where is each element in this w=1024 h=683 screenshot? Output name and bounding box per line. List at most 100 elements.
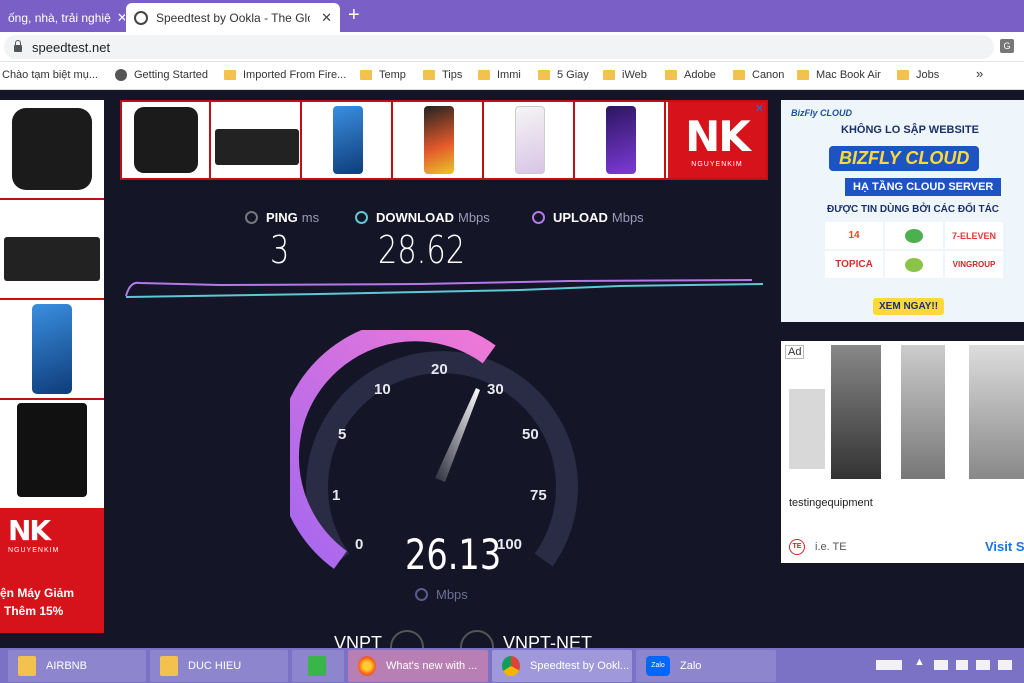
ping-unit: ms [301, 210, 320, 225]
ad-headline: BIZFLY CLOUD [829, 146, 980, 171]
bookmark-label: Mac Book Air [816, 69, 881, 81]
equipment-image [831, 345, 881, 479]
bookmark-item[interactable]: Jobs [897, 69, 939, 81]
bookmark-item[interactable]: Canon [733, 69, 784, 81]
bizfly-logo: BizFly CLOUD [791, 108, 853, 118]
nguyenkim-promo: NK NGUYENKIM ện Máy Giảm Thêm 15% [0, 508, 104, 633]
partner-logo: TOPICA [825, 251, 883, 278]
lock-icon [14, 40, 22, 52]
product-printer-image [213, 102, 302, 178]
taskbar-item-chrome[interactable]: Speedtest by Ookl... [492, 650, 632, 682]
bookmark-item[interactable]: Temp [360, 69, 406, 81]
right-ad-bizfly[interactable]: BizFly CLOUD KHÔNG LO SẬP WEBSITE BIZFLY… [781, 100, 1024, 322]
tab-title: Speedtest by Ookla - The Global [156, 10, 310, 25]
tab-active[interactable]: Speedtest by Ookla - The Global ✕ [126, 3, 340, 32]
more-bookmarks-button[interactable]: » [976, 66, 983, 81]
upload-header: UPLOAD Mbps [532, 210, 644, 225]
volume-icon[interactable] [998, 660, 1012, 670]
translate-icon[interactable]: G [1000, 39, 1014, 53]
bookmark-item[interactable]: 5 Giay [538, 69, 589, 81]
folder-icon [360, 70, 372, 80]
ping-label: PING [266, 210, 298, 225]
current-speed-value: 26.13 [405, 530, 502, 579]
advertiser-name: testingequipment [789, 497, 873, 509]
ping-header: PING ms [245, 210, 319, 225]
ad-source: i.e. TE [815, 541, 847, 553]
ad-close-icon[interactable]: ✕ [755, 102, 764, 115]
gauge-tick-label: 50 [522, 426, 539, 443]
folder-icon [478, 70, 490, 80]
tab-inactive[interactable]: ống, nhà, trải nghiệ ✕ [0, 3, 125, 32]
product-phone-image [395, 102, 484, 178]
url-field[interactable]: speedtest.net [4, 35, 994, 59]
partner-logo: 7-ELEVEN [945, 222, 1003, 249]
partner-logo-grid: 14 7-ELEVEN TOPICA VINGROUP [825, 222, 1003, 278]
gauge-tick-label: 20 [431, 361, 448, 378]
folder-icon [224, 70, 236, 80]
ad-tagline: KHÔNG LO SẬP WEBSITE [841, 124, 979, 136]
bookmark-label: Getting Started [134, 69, 208, 81]
battery-icon[interactable] [934, 660, 948, 670]
left-ad-banner[interactable]: NK NGUYENKIM ện Máy Giảm Thêm 15% [0, 100, 104, 633]
product-speaker-image [0, 400, 104, 500]
bookmarks-bar: Chào tạm biệt mụ... Getting Started Impo… [0, 62, 1024, 90]
nk-logo-text: NK [8, 514, 51, 547]
download-label: DOWNLOAD [376, 210, 454, 225]
taskbar-item-zalo[interactable]: Zalo Zalo [636, 650, 776, 682]
close-tab-icon[interactable]: ✕ [111, 10, 125, 26]
network-icon[interactable] [956, 660, 968, 670]
keyboard-icon[interactable] [876, 660, 902, 670]
ping-value: 3 [270, 228, 290, 272]
nk-logo-sub: NGUYENKIM [691, 161, 743, 168]
bookmark-item[interactable]: Mac Book Air [797, 69, 881, 81]
upload-arrow-icon [532, 211, 545, 224]
taskbar-item-store[interactable] [292, 650, 344, 682]
product-phone-image [577, 102, 666, 178]
taskbar-label: What's new with ... [386, 660, 478, 672]
bookmark-label: Immi [497, 69, 521, 81]
server-name[interactable]: VNPT-NET [503, 633, 592, 648]
taskbar-label: DUC HIEU [188, 660, 242, 672]
bookmark-item[interactable]: Getting Started [115, 69, 208, 81]
folder-icon [603, 70, 615, 80]
bookmark-item[interactable]: Imported From Fire... [224, 69, 346, 81]
bookmark-label: iWeb [622, 69, 647, 81]
partner-logo: VINGROUP [945, 251, 1003, 278]
bookmark-item[interactable]: Adobe [665, 69, 716, 81]
taskbar-item-duc-hieu[interactable]: DUC HIEU [150, 650, 288, 682]
bookmark-item[interactable]: Tips [423, 69, 462, 81]
gauge-tick-label: 30 [487, 381, 504, 398]
taskbar-label: AIRBNB [46, 660, 87, 672]
speedtest-page: NK NGUYENKIM ện Máy Giảm Thêm 15% NK NGU… [0, 90, 1024, 648]
bookmark-item[interactable]: iWeb [603, 69, 647, 81]
taskbar-label: Zalo [680, 660, 702, 672]
top-ad-banner[interactable]: NK NGUYENKIM ✕ [120, 100, 768, 180]
bookmark-item[interactable]: Immi [478, 69, 521, 81]
nk-logo-text: NK [685, 112, 751, 161]
taskbar-item-firefox[interactable]: What's new with ... [348, 650, 488, 682]
visit-site-link[interactable]: Visit Si [985, 539, 1024, 554]
upload-label: UPLOAD [553, 210, 608, 225]
bookmark-item[interactable]: Chào tạm biệt mụ... [2, 69, 98, 81]
new-tab-button[interactable]: + [348, 4, 360, 26]
right-ad-testing-equipment[interactable]: Ad testingequipment TE i.e. TE Visit Si [781, 341, 1024, 563]
signal-icon[interactable] [976, 660, 990, 670]
nguyenkim-logo: NK NGUYENKIM [668, 102, 766, 178]
bookmark-label: Jobs [916, 69, 940, 81]
gauge-tick-label: 1 [332, 487, 341, 504]
gauge-tick-label: 75 [530, 487, 547, 504]
ad-cta-button[interactable]: XEM NGAY!! [873, 298, 945, 315]
taskbar: AIRBNB DUC HIEU What's new with ... Spee… [0, 648, 1024, 683]
product-air-fryer-image [122, 102, 211, 178]
product-printer-image [0, 200, 104, 300]
product-phone-image [0, 300, 104, 400]
store-icon [308, 656, 326, 676]
equipment-image [969, 345, 1024, 479]
chevron-up-icon[interactable]: ▲ [914, 656, 925, 668]
close-tab-icon[interactable]: ✕ [315, 10, 332, 26]
tab-title: ống, nhà, trải nghiệ [8, 10, 111, 25]
product-phone-image [486, 102, 575, 178]
chrome-icon [502, 656, 520, 676]
folder-icon [423, 70, 435, 80]
taskbar-item-airbnb[interactable]: AIRBNB [8, 650, 146, 682]
